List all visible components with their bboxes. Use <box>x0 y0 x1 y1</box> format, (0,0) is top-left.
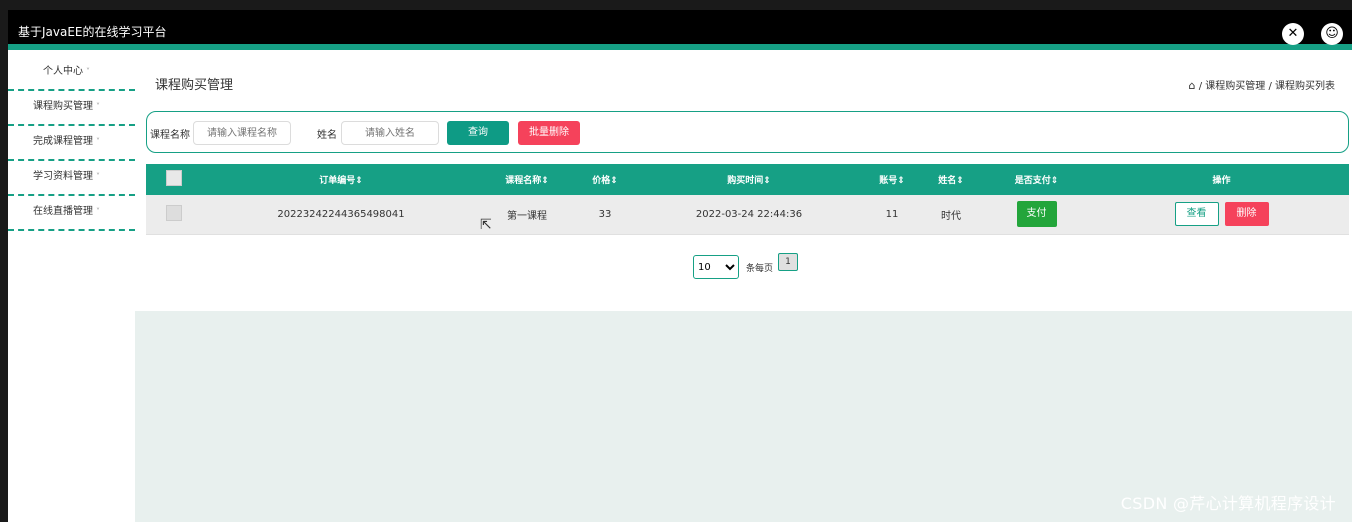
header-actions: 操作 <box>1212 176 1231 186</box>
course-name-input[interactable] <box>193 121 291 145</box>
watermark: CSDN @芹心计算机程序设计 <box>1120 494 1336 513</box>
cell-course-name: 第一课程 <box>507 210 547 222</box>
cell-actions: 查看 删除 <box>1094 195 1349 234</box>
header-price[interactable]: 价格⇕ <box>573 164 637 195</box>
sidebar-item-study-materials[interactable]: 学习资料管理 ˅ <box>8 161 135 196</box>
sidebar-item-label: 在线直播管理 <box>33 206 93 217</box>
breadcrumb-path: / 课程购买管理 / 课程购买列表 <box>1198 81 1335 92</box>
header-account[interactable]: 账号⇕ <box>861 164 923 195</box>
top-bar: 基于JavaEE的在线学习平台 ✕ ☺ <box>8 10 1352 50</box>
chevron-down-icon: ˅ <box>96 102 100 111</box>
chevron-down-icon: ˅ <box>96 137 100 146</box>
sidebar-item-completed-courses[interactable]: 完成课程管理 ˅ <box>8 126 135 161</box>
query-button[interactable]: 查询 <box>447 121 509 145</box>
header-course-name[interactable]: 课程名称⇕ <box>481 164 573 195</box>
name-input[interactable] <box>341 121 439 145</box>
user-icon[interactable]: ☺ <box>1321 23 1343 45</box>
row-select-cell <box>146 195 201 234</box>
sidebar: 个人中心 ˅ 课程购买管理 ˅ 完成课程管理 ˅ 学习资料管理 ˅ 在线直播管理 ˅ <box>8 56 135 522</box>
chevron-down-icon: ˅ <box>86 67 90 76</box>
mouse-cursor-icon: ⇱ <box>480 217 492 233</box>
chevron-down-icon: ˅ <box>96 207 100 216</box>
search-panel: 课程名称 姓名 查询 批量删除 <box>146 111 1349 153</box>
cell-paid: 支付 <box>979 195 1094 234</box>
table-header-row: 订单编号⇕ 课程名称⇕ 价格⇕ 购买时间⇕ 账号⇕ 姓名⇕ 是否支付⇕ 操作 <box>146 164 1349 195</box>
name-label: 姓名 <box>317 130 337 141</box>
cell-name: 时代 <box>941 210 961 222</box>
main-content: 课程购买管理 ⌂ / 课程购买管理 / 课程购买列表 课程名称 姓名 查询 批量… <box>135 56 1352 522</box>
header-name[interactable]: 姓名⇕ <box>923 164 979 195</box>
table-row: 20223242244365498041 第一课程 33 2022-03-24 … <box>146 195 1349 234</box>
header-order-no[interactable]: 订单编号⇕ <box>201 164 481 195</box>
bulk-delete-button[interactable]: 批量删除 <box>518 121 580 145</box>
per-page-label: 条每页 <box>746 264 774 274</box>
breadcrumb: ⌂ / 课程购买管理 / 课程购买列表 <box>1189 77 1335 92</box>
chevron-down-icon: ˅ <box>96 172 100 181</box>
cell-purchase-time: 2022-03-24 22:44:36 <box>695 208 803 220</box>
sidebar-item-label: 个人中心 <box>43 66 83 77</box>
select-all-header <box>146 164 201 195</box>
header-paid[interactable]: 是否支付⇕ <box>979 164 1094 195</box>
app-window: 基于JavaEE的在线学习平台 ✕ ☺ 个人中心 ˅ 课程购买管理 ˅ 完成课程管理… <box>8 10 1352 522</box>
page-number-button[interactable]: 1 <box>778 253 798 271</box>
view-button[interactable]: 查看 <box>1174 202 1219 227</box>
sidebar-item-label: 学习资料管理 <box>33 171 93 182</box>
delete-button[interactable]: 删除 <box>1224 202 1269 227</box>
page-title: 课程购买管理 <box>155 78 234 93</box>
sidebar-item-label: 课程购买管理 <box>33 101 93 112</box>
row-checkbox[interactable] <box>165 204 182 221</box>
pay-button[interactable]: 支付 <box>1016 201 1057 228</box>
course-name-label: 课程名称 <box>150 130 190 141</box>
select-all-checkbox[interactable] <box>165 170 182 186</box>
header-purchase-time[interactable]: 购买时间⇕ <box>637 164 861 195</box>
sidebar-item-course-purchase[interactable]: 课程购买管理 ˅ <box>8 91 135 126</box>
home-icon[interactable]: ⌂ <box>1189 79 1196 92</box>
sidebar-item-personal-center[interactable]: 个人中心 ˅ <box>8 56 135 91</box>
cell-account: 11 <box>885 208 899 220</box>
close-circle-icon[interactable]: ✕ <box>1282 23 1304 45</box>
sidebar-item-live-streaming[interactable]: 在线直播管理 ˅ <box>8 196 135 231</box>
cell-order-no: 20223242244365498041 <box>277 208 405 220</box>
sidebar-item-label: 完成课程管理 <box>33 136 93 147</box>
app-title: 基于JavaEE的在线学习平台 <box>18 25 167 39</box>
page-size-select[interactable]: 10 <box>693 255 739 279</box>
cell-price: 33 <box>598 208 612 220</box>
purchase-table: 订单编号⇕ 课程名称⇕ 价格⇕ 购买时间⇕ 账号⇕ 姓名⇕ 是否支付⇕ 操作 2… <box>146 164 1349 235</box>
